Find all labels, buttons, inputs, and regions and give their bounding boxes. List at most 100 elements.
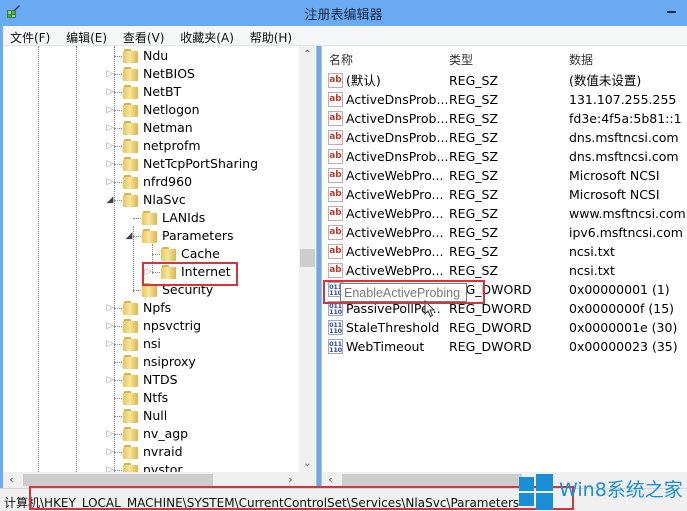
tree-connector <box>114 128 122 129</box>
tree-horizontal-scrollbar[interactable]: ‹ › <box>3 472 316 488</box>
mouse-cursor-icon <box>424 300 436 318</box>
folder-icon <box>123 355 139 369</box>
string-value-icon: ab <box>328 149 343 164</box>
menu-view[interactable]: 查看(V) <box>116 26 170 46</box>
value-row[interactable]: ab ActiveDnsProb... REG_SZ 131.107.255.255 <box>322 90 687 109</box>
collapsed-arrow-icon[interactable]: ▷ <box>105 155 115 173</box>
value-name: ActiveDnsProb... <box>346 130 449 145</box>
value-row[interactable]: ab ActiveWebPro... REG_SZ Microsoft NCSI <box>322 185 687 204</box>
value-name: ActiveDnsProb... <box>346 111 449 126</box>
collapsed-arrow-icon[interactable]: ▷ <box>105 335 115 353</box>
tree-item-label: Security <box>162 282 214 297</box>
value-name: ActiveWebPro... <box>346 263 444 278</box>
folder-icon <box>123 139 139 153</box>
value-row[interactable]: ab (默认) REG_SZ (数值未设置) <box>322 71 687 90</box>
string-value-icon: ab <box>328 73 343 88</box>
menu-edit[interactable]: 编辑(E) <box>59 26 112 46</box>
string-value-icon: ab <box>328 130 343 145</box>
tree-item-label: NetBIOS <box>143 66 195 81</box>
tree-connector <box>114 182 122 183</box>
scroll-left-icon[interactable]: ‹ <box>322 472 339 488</box>
folder-icon <box>142 283 158 297</box>
collapsed-arrow-icon[interactable]: ▷ <box>105 119 115 137</box>
value-type: REG_SZ <box>449 130 499 145</box>
value-data: Microsoft NCSI <box>569 168 660 183</box>
column-header-type[interactable]: 类型 <box>449 46 473 70</box>
tree-connector <box>114 308 122 309</box>
tree-connector <box>114 398 122 399</box>
collapsed-arrow-icon[interactable]: ▷ <box>105 371 115 389</box>
value-data: 131.107.255.255 <box>569 92 677 107</box>
value-row[interactable]: ab ActiveWebPro... REG_SZ Microsoft NCSI <box>322 166 687 185</box>
tree-item-label: nsi <box>143 336 161 351</box>
value-type: REG_SZ <box>449 206 499 221</box>
string-value-icon: ab <box>328 92 343 107</box>
folder-icon <box>161 265 177 279</box>
menu-help[interactable]: 帮助(H) <box>243 26 297 46</box>
folder-icon <box>123 301 139 315</box>
tree-item-label: npsvctrig <box>143 318 202 333</box>
tree-item-label: Npfs <box>143 300 172 315</box>
value-row[interactable]: ab ActiveWebPro... REG_SZ ncsi.txt <box>322 261 687 280</box>
value-row[interactable]: ab ActiveWebPro... REG_SZ ipv6.msftncsi.com <box>322 223 687 242</box>
scroll-up-icon[interactable]: ⌃ <box>299 46 316 63</box>
collapsed-arrow-icon[interactable]: ▷ <box>143 263 153 281</box>
expanded-arrow-icon[interactable]: ◢ <box>124 227 134 245</box>
value-row[interactable]: 011 110 WebTimeout REG_DWORD 0x00000023 (35) <box>322 337 687 356</box>
value-row[interactable]: ab ActiveDnsProb... REG_SZ dns.msftncsi.com <box>322 147 687 166</box>
string-value-icon: ab <box>328 225 343 240</box>
tree-connector <box>114 452 122 453</box>
value-data: Microsoft NCSI <box>569 187 660 202</box>
registry-tree-pane: Ndu ▷ NetBIOS ▷ NetBT ▷ Netlogon ▷ Netman ▷ netpro… <box>3 46 317 488</box>
string-value-icon: ab <box>328 168 343 183</box>
value-row[interactable]: ab ActiveDnsProb... REG_SZ dns.msftncsi.com <box>322 128 687 147</box>
tree-connector <box>133 236 141 237</box>
collapsed-arrow-icon[interactable]: ▷ <box>105 317 115 335</box>
tree-hscroll-thumb[interactable] <box>23 474 213 486</box>
rename-value-input[interactable] <box>340 283 467 302</box>
tree-scroll-thumb[interactable] <box>300 249 315 267</box>
tree-connector <box>114 362 122 363</box>
collapsed-arrow-icon[interactable]: ▷ <box>105 173 115 191</box>
value-row[interactable]: ab ActiveWebPro... REG_SZ ncsi.txt <box>322 242 687 261</box>
string-value-icon: ab <box>328 244 343 259</box>
folder-icon <box>123 319 139 333</box>
collapsed-arrow-icon[interactable]: ▷ <box>105 83 115 101</box>
folder-icon <box>123 445 139 459</box>
scroll-right-icon[interactable]: › <box>282 472 299 488</box>
tree-item-label: NetBT <box>143 84 182 99</box>
value-row[interactable]: 011 110 StaleThreshold REG_DWORD 0x0000001e … <box>322 318 687 337</box>
value-data: www.msftncsi.com <box>569 206 686 221</box>
column-header-data[interactable]: 数据 <box>569 46 593 70</box>
window-title: 注册表编辑器 <box>304 8 383 23</box>
value-type: REG_SZ <box>449 225 499 240</box>
minimize-button[interactable] <box>665 6 679 18</box>
column-header-name[interactable]: 名称 <box>329 46 353 70</box>
value-data: 0x0000001e (30) <box>569 320 678 335</box>
tree-vertical-scrollbar[interactable]: ⌃ ⌄ <box>299 46 316 472</box>
value-name: ActiveDnsProb... <box>346 92 449 107</box>
value-name: (默认) <box>346 73 381 88</box>
folder-icon <box>123 409 139 423</box>
tree-item-label: Ntfs <box>143 390 169 405</box>
tree-item-label: NlaSvc <box>143 192 186 207</box>
expanded-arrow-icon[interactable]: ◢ <box>105 191 115 209</box>
value-row[interactable]: ab ActiveWebPro... REG_SZ www.msftncsi.com <box>322 204 687 223</box>
collapsed-arrow-icon[interactable]: ▷ <box>105 65 115 83</box>
collapsed-arrow-icon[interactable]: ▷ <box>105 137 115 155</box>
scroll-down-icon[interactable]: ⌄ <box>299 455 316 472</box>
collapsed-arrow-icon[interactable]: ▷ <box>105 425 115 443</box>
collapsed-arrow-icon[interactable]: ▷ <box>105 443 115 461</box>
collapsed-arrow-icon[interactable]: ▷ <box>105 299 115 317</box>
value-name: ActiveDnsProb... <box>346 149 449 164</box>
collapsed-arrow-icon[interactable]: ▷ <box>105 101 115 119</box>
tree-connector <box>133 290 141 291</box>
menu-favorites[interactable]: 收藏夹(A) <box>173 26 239 46</box>
menu-file[interactable]: 文件(F) <box>3 26 55 46</box>
value-row[interactable]: ab ActiveDnsProb... REG_SZ fd3e:4f5a:5b81::… <box>322 109 687 128</box>
scroll-left-icon[interactable]: ‹ <box>3 472 20 488</box>
list-hscroll-thumb[interactable] <box>342 474 522 486</box>
list-horizontal-scrollbar[interactable]: ‹ <box>322 472 687 488</box>
folder-icon <box>123 157 139 171</box>
values-list-pane: 名称 类型 数据 ab (默认) REG_SZ (数值未设置) ab ActiveDnsP… <box>321 46 687 488</box>
